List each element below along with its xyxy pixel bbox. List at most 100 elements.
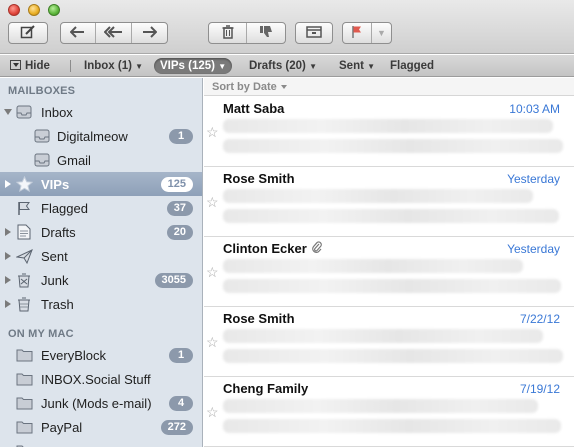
forward-icon <box>141 25 158 41</box>
flag-icon <box>351 25 363 42</box>
hide-mailboxes-button[interactable]: Hide <box>10 58 50 74</box>
blurred-subject <box>223 119 553 133</box>
message-row[interactable]: Rose Smith Yesterday ☆ <box>204 167 574 237</box>
forward-button[interactable] <box>132 23 167 43</box>
vip-star-icon[interactable]: ☆ <box>206 194 219 211</box>
delete-button[interactable] <box>209 23 248 43</box>
inbox-tray-icon <box>33 128 51 144</box>
sidebar-item-digitalmeow[interactable]: Digitalmeow 1 <box>0 124 202 148</box>
sidebar-item-label: Digitalmeow <box>57 128 128 144</box>
reply-button[interactable] <box>61 23 97 43</box>
favorite-vips-label: VIPs (125) <box>160 60 215 72</box>
sidebar-toggle-icon <box>10 60 21 70</box>
chevron-down-icon: ▼ <box>218 62 227 71</box>
sidebar-item-label: Inbox <box>41 104 73 120</box>
reply-all-button[interactable] <box>96 23 132 43</box>
favorite-flagged[interactable]: Flagged <box>390 58 434 74</box>
sidebar-item-label: INBOX.Social Stuff <box>41 371 151 387</box>
sidebar-item-partial[interactable] <box>0 439 202 447</box>
favorite-inbox[interactable]: Inbox (1) ▼ <box>84 58 143 74</box>
sort-label: Sort by Date <box>212 81 277 93</box>
sidebar-item-inbox-social-stuff[interactable]: INBOX.Social Stuff <box>0 367 202 391</box>
blurred-subject <box>223 399 538 413</box>
mailbox-sidebar: MAILBOXES Inbox Digitalmeow 1 Gmail VIPs… <box>0 78 203 447</box>
zoom-window-button[interactable] <box>48 4 60 16</box>
favorite-vips[interactable]: VIPs (125) ▼ <box>154 58 233 74</box>
junk-bin-icon <box>15 272 33 288</box>
sidebar-item-label: VIPs <box>41 176 70 192</box>
sidebar-item-paypal[interactable]: PayPal 272 <box>0 415 202 439</box>
chevron-down-icon: ▼ <box>367 62 376 71</box>
sidebar-item-everyblock[interactable]: EveryBlock 1 <box>0 343 202 367</box>
message-sender: Rose Smith <box>223 311 295 326</box>
sort-by-menu[interactable]: Sort by Date <box>204 78 574 96</box>
archive-button[interactable] <box>295 22 333 44</box>
disclosure-closed-icon[interactable] <box>5 300 11 308</box>
blurred-preview <box>223 279 561 293</box>
sidebar-item-label: Gmail <box>57 152 91 168</box>
inbox-tray-icon <box>15 104 33 120</box>
sidebar-item-sent[interactable]: Sent <box>0 244 202 268</box>
star-icon <box>15 176 33 192</box>
minimize-window-button[interactable] <box>28 4 40 16</box>
junk-button[interactable] <box>247 23 285 43</box>
message-row[interactable]: Rose Smith 7/22/12 ☆ <box>204 307 574 377</box>
unread-count-badge: 4 <box>169 395 193 411</box>
close-window-button[interactable] <box>8 4 20 16</box>
blurred-subject <box>223 329 543 343</box>
window-toolbar: ▼ <box>0 0 574 54</box>
reply-all-icon <box>103 25 124 41</box>
disclosure-closed-icon[interactable] <box>5 276 11 284</box>
vip-star-icon[interactable]: ☆ <box>206 334 219 351</box>
sidebar-item-inbox[interactable]: Inbox <box>0 100 202 124</box>
sidebar-item-junk[interactable]: Junk 3055 <box>0 268 202 292</box>
blurred-preview <box>223 139 563 153</box>
sidebar-item-label: Junk (Mods e-mail) <box>41 395 152 411</box>
folder-icon <box>15 443 33 447</box>
message-sender: Clinton Ecker <box>223 241 322 256</box>
message-date: Yesterday <box>507 172 560 186</box>
blurred-subject <box>223 189 533 203</box>
sidebar-item-trash[interactable]: Trash <box>0 292 202 316</box>
paper-plane-icon <box>15 248 33 264</box>
message-row[interactable]: Cheng Family 7/19/12 ☆ <box>204 377 574 447</box>
vip-star-icon[interactable]: ☆ <box>206 404 219 421</box>
reply-icon <box>69 25 86 41</box>
favorite-drafts-label: Drafts (20) <box>249 60 306 72</box>
disclosure-closed-icon[interactable] <box>5 252 11 260</box>
disclosure-closed-icon[interactable] <box>5 228 11 236</box>
vip-star-icon[interactable]: ☆ <box>206 124 219 141</box>
flag-button[interactable] <box>343 23 372 43</box>
unread-count-badge: 3055 <box>154 272 193 288</box>
vip-star-icon[interactable]: ☆ <box>206 264 219 281</box>
flag-menu-button[interactable]: ▼ <box>372 23 391 43</box>
message-sender: Matt Saba <box>223 101 285 116</box>
sidebar-item-gmail[interactable]: Gmail <box>0 148 202 172</box>
favorites-bar: Hide Inbox (1) ▼ VIPs (125) ▼ Drafts (20… <box>0 55 574 77</box>
message-row[interactable]: Clinton Ecker Yesterday ☆ <box>204 237 574 307</box>
favorite-sent[interactable]: Sent ▼ <box>339 58 375 74</box>
favorite-flagged-label: Flagged <box>390 60 435 72</box>
chevron-down-icon: ▼ <box>376 28 386 38</box>
chevron-down-icon: ▼ <box>135 62 144 71</box>
disclosure-open-icon[interactable] <box>4 109 12 115</box>
sidebar-item-vips[interactable]: VIPs 125 <box>0 172 202 196</box>
message-date: 7/19/12 <box>519 382 560 396</box>
sidebar-item-label: Flagged <box>41 200 88 216</box>
compose-button[interactable] <box>8 22 48 44</box>
flag-icon <box>15 200 33 216</box>
message-list: Sort by Date Matt Saba 10:03 AM ☆ Rose S… <box>204 78 574 447</box>
chevron-down-icon: ▼ <box>309 62 318 71</box>
message-sender: Cheng Family <box>223 381 309 396</box>
message-row[interactable]: Matt Saba 10:03 AM ☆ <box>204 97 574 167</box>
message-date: Yesterday <box>507 242 560 256</box>
sidebar-item-drafts[interactable]: Drafts 20 <box>0 220 202 244</box>
sidebar-item-junk-mods-email[interactable]: Junk (Mods e-mail) 4 <box>0 391 202 415</box>
trash-icon <box>222 24 234 42</box>
disclosure-closed-icon[interactable] <box>5 180 11 188</box>
sidebar-item-flagged[interactable]: Flagged 37 <box>0 196 202 220</box>
favorite-drafts[interactable]: Drafts (20) ▼ <box>249 58 317 74</box>
flag-group: ▼ <box>342 22 392 44</box>
message-sender-name: Clinton Ecker <box>223 241 307 256</box>
message-sender: Rose Smith <box>223 171 295 186</box>
